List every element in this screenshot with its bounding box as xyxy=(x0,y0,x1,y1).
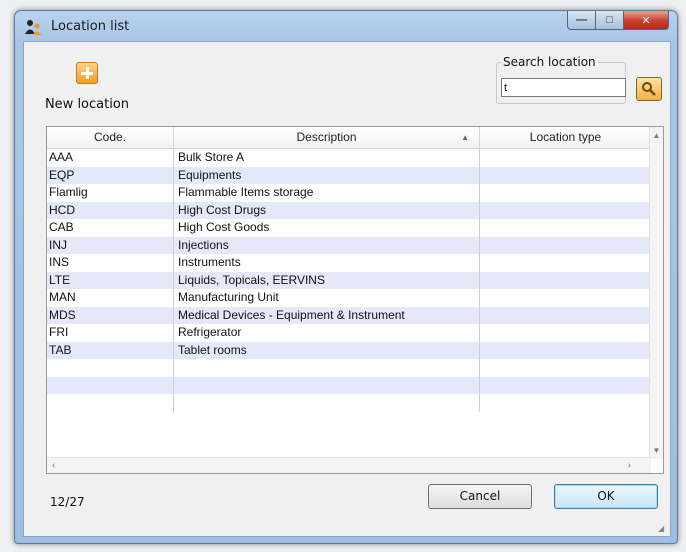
cell-description: Flammable Items storage xyxy=(174,184,480,202)
cell-code: INS xyxy=(47,254,174,272)
sort-ascending-icon: ▲ xyxy=(461,133,469,142)
minimize-icon: — xyxy=(576,14,587,26)
cell-type xyxy=(480,237,651,255)
cell-code: INJ xyxy=(47,236,174,254)
cell-type xyxy=(480,359,651,377)
cell-description: High Cost Drugs xyxy=(174,201,480,219)
dialog-body: New location Search location Code. Descr… xyxy=(23,41,671,537)
cell-code: LTE xyxy=(47,271,174,289)
new-location-button[interactable]: New location xyxy=(32,62,142,112)
table-body: AAA Bulk Store A EQP Equipments Flamlig Flamm… xyxy=(47,149,651,412)
cell-type xyxy=(480,219,651,237)
close-button[interactable]: ✕ xyxy=(623,11,669,30)
cell-description: Instruments xyxy=(174,254,480,272)
cell-type xyxy=(480,394,651,412)
cell-type xyxy=(480,377,651,395)
minimize-button[interactable]: — xyxy=(567,11,595,30)
maximize-icon: □ xyxy=(606,14,613,26)
table-row[interactable]: EQP Equipments xyxy=(47,166,651,185)
record-count: 12/27 xyxy=(50,495,85,509)
column-header-description-label: Description xyxy=(296,130,357,144)
cell-code: MAN xyxy=(47,289,174,307)
cell-code xyxy=(47,394,174,412)
cell-type xyxy=(480,342,651,360)
table-row[interactable] xyxy=(47,394,651,412)
search-input[interactable] xyxy=(501,78,626,97)
resize-grip-icon[interactable]: ◢ xyxy=(658,524,668,534)
cell-description: Equipments xyxy=(174,166,480,184)
location-table: Code. Description ▲ Location type AAA Bul… xyxy=(46,126,664,474)
cell-type xyxy=(480,289,651,307)
scroll-up-icon[interactable]: ▲ xyxy=(650,131,663,140)
table-row[interactable]: INJ Injections xyxy=(47,236,651,255)
users-icon xyxy=(25,19,43,35)
cell-description: Manufacturing Unit xyxy=(174,289,480,307)
cell-type xyxy=(480,254,651,272)
scroll-right-icon[interactable]: › xyxy=(628,460,631,471)
cell-code: Flamlig xyxy=(47,184,174,202)
cell-description xyxy=(174,376,480,394)
table-row[interactable]: Flamlig Flammable Items storage xyxy=(47,184,651,202)
search-location-group: Search location xyxy=(496,55,626,104)
search-location-label: Search location xyxy=(501,55,598,69)
cell-description xyxy=(174,359,480,377)
table-row[interactable]: CAB High Cost Goods xyxy=(47,219,651,237)
table-row[interactable] xyxy=(47,376,651,395)
table-row[interactable]: FRI Refrigerator xyxy=(47,324,651,342)
column-header-code[interactable]: Code. xyxy=(47,127,174,149)
cell-type xyxy=(480,307,651,325)
column-header-location-type[interactable]: Location type xyxy=(480,127,651,149)
table-row[interactable]: MDS Medical Devices - Equipment & Instrum… xyxy=(47,306,651,325)
ok-button[interactable]: OK xyxy=(554,484,658,509)
scroll-down-icon[interactable]: ▼ xyxy=(650,446,663,455)
table-row[interactable] xyxy=(47,359,651,377)
table-row[interactable]: LTE Liquids, Topicals, EERVINS xyxy=(47,271,651,290)
cell-description: Tablet rooms xyxy=(174,341,480,359)
cell-description: Refrigerator xyxy=(174,324,480,342)
maximize-button[interactable]: □ xyxy=(595,11,623,30)
table-header: Code. Description ▲ Location type xyxy=(47,127,651,149)
cell-type xyxy=(480,202,651,220)
cell-code xyxy=(47,376,174,394)
new-location-label: New location xyxy=(44,97,130,112)
scroll-left-icon[interactable]: ‹ xyxy=(52,460,55,471)
cancel-button[interactable]: Cancel xyxy=(428,484,532,509)
cell-description: Liquids, Topicals, EERVINS xyxy=(174,271,480,289)
horizontal-scrollbar[interactable]: ‹ › xyxy=(47,457,651,473)
table-row[interactable]: AAA Bulk Store A xyxy=(47,149,651,167)
cell-code: FRI xyxy=(47,324,174,342)
add-icon xyxy=(76,62,98,84)
title-bar[interactable]: Location list — □ ✕ xyxy=(15,11,677,41)
cell-code: EQP xyxy=(47,166,174,184)
table-row[interactable]: MAN Manufacturing Unit xyxy=(47,289,651,307)
cell-type xyxy=(480,184,651,202)
cell-type xyxy=(480,324,651,342)
table-row[interactable]: INS Instruments xyxy=(47,254,651,272)
caption-buttons: — □ ✕ xyxy=(567,11,669,31)
cell-description: Medical Devices - Equipment & Instrument xyxy=(174,306,480,324)
vertical-scrollbar[interactable]: ▲ ▼ xyxy=(649,127,663,459)
search-button[interactable] xyxy=(636,77,662,101)
table-row[interactable]: TAB Tablet rooms xyxy=(47,341,651,360)
column-header-description[interactable]: Description ▲ xyxy=(174,127,480,149)
magnifier-icon xyxy=(642,82,656,96)
cell-code: CAB xyxy=(47,219,174,237)
cell-type xyxy=(480,272,651,290)
cell-code: TAB xyxy=(47,341,174,359)
cell-description: Injections xyxy=(174,236,480,254)
cell-code: MDS xyxy=(47,306,174,324)
close-icon: ✕ xyxy=(641,14,651,27)
cell-description: High Cost Goods xyxy=(174,219,480,237)
cell-type xyxy=(480,149,651,167)
cell-description xyxy=(174,394,480,412)
cell-description: Bulk Store A xyxy=(174,149,480,167)
cell-code: AAA xyxy=(47,149,174,167)
location-list-window: Location list — □ ✕ New location Search … xyxy=(14,10,678,544)
cell-code: HCD xyxy=(47,201,174,219)
cell-code xyxy=(47,359,174,377)
table-row[interactable]: HCD High Cost Drugs xyxy=(47,201,651,220)
window-title: Location list xyxy=(51,19,130,34)
cell-type xyxy=(480,167,651,185)
